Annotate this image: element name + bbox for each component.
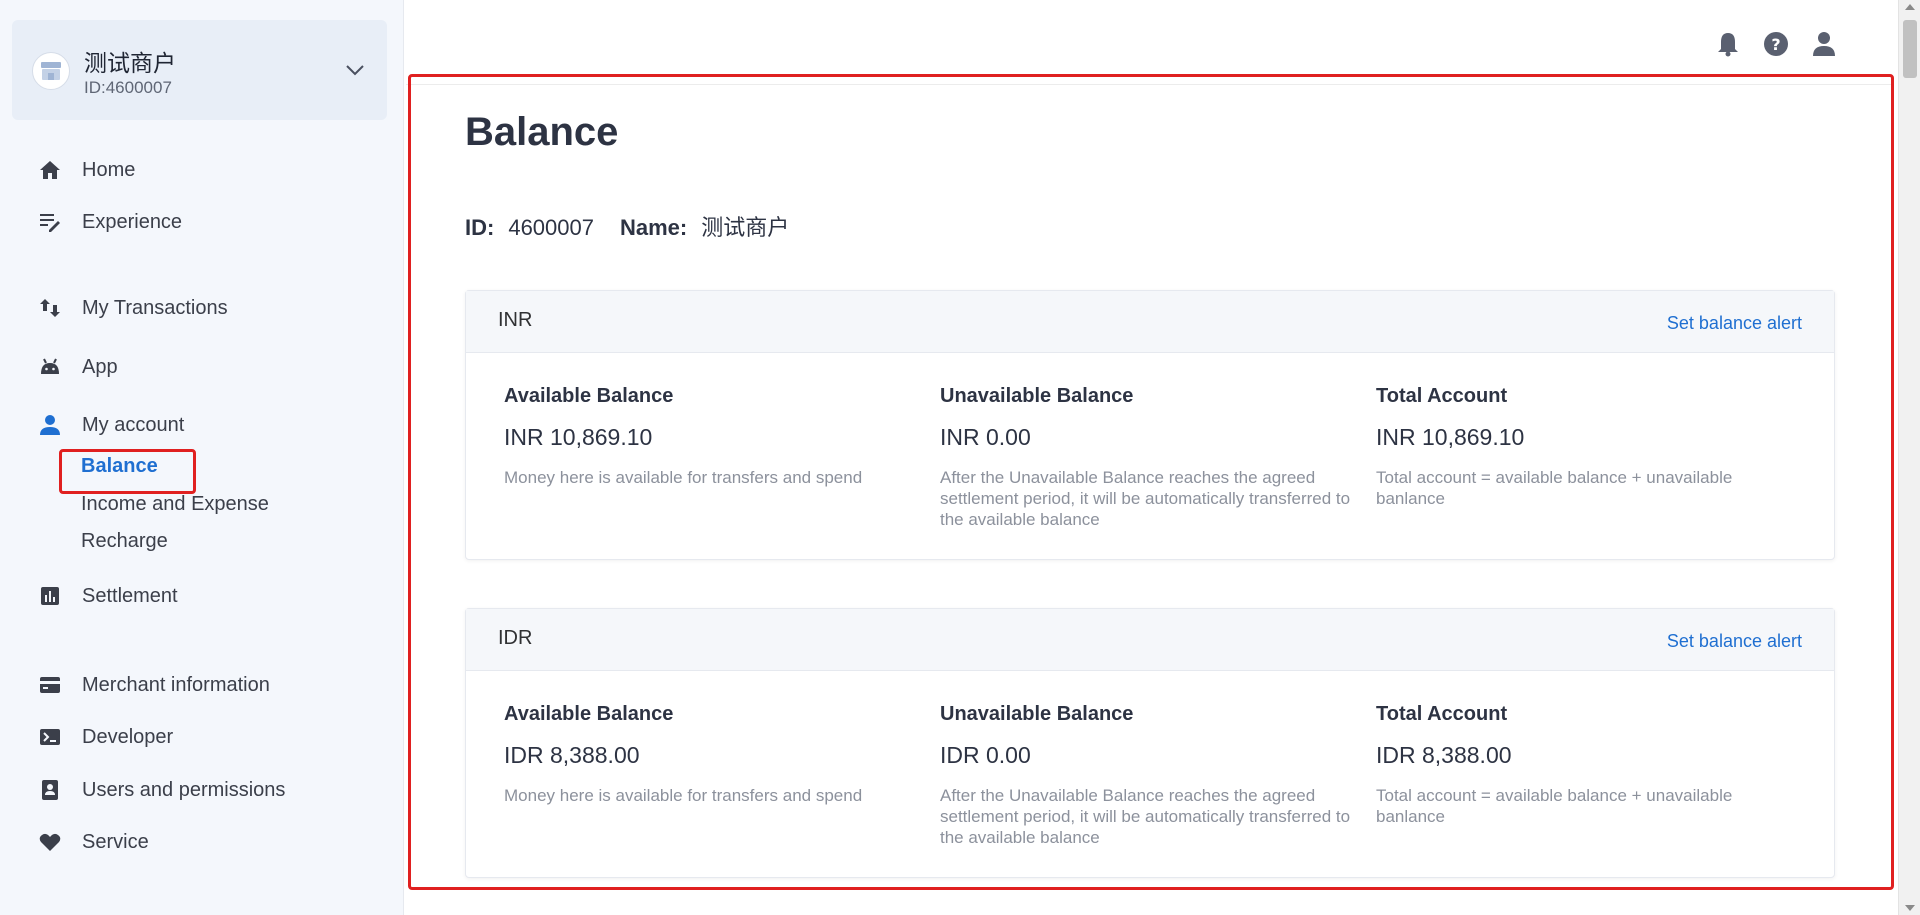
scroll-up-icon[interactable] — [1905, 4, 1915, 10]
nav-users-permissions[interactable]: Users and permissions — [38, 775, 285, 805]
content-highlight-frame — [408, 74, 1894, 890]
transfer-icon — [38, 296, 62, 320]
bell-icon[interactable] — [1714, 30, 1742, 58]
balance-highlight — [59, 449, 196, 494]
merchant-id: ID:4600007 — [84, 78, 172, 97]
card-icon — [38, 673, 62, 697]
nav-settlement[interactable]: Settlement — [38, 581, 178, 611]
profile-icon[interactable] — [1810, 30, 1838, 58]
heart-icon — [38, 830, 62, 854]
sidebar-item-income-expense[interactable]: Income and Expense — [81, 493, 269, 516]
nav-merchant-information[interactable]: Merchant information — [38, 670, 270, 700]
nav-transactions[interactable]: My Transactions — [38, 293, 228, 323]
nav-home[interactable]: Home — [38, 155, 135, 185]
nav-my-account[interactable]: My account — [38, 410, 184, 440]
chart-icon — [38, 584, 62, 608]
scrollbar[interactable] — [1898, 0, 1920, 915]
sidebar-item-recharge[interactable]: Recharge — [81, 530, 168, 553]
nav-service[interactable]: Service — [38, 827, 149, 857]
sidebar: 测试商户 ID:4600007 Home Experience My Trans… — [0, 0, 404, 915]
scroll-thumb[interactable] — [1903, 20, 1917, 78]
help-icon[interactable]: ? — [1762, 30, 1790, 58]
edit-icon — [38, 210, 62, 234]
terminal-icon — [38, 725, 62, 749]
contact-icon — [38, 778, 62, 802]
chevron-down-icon[interactable] — [343, 60, 367, 80]
nav-experience[interactable]: Experience — [38, 207, 182, 237]
nav-developer[interactable]: Developer — [38, 722, 173, 752]
store-icon — [32, 52, 70, 90]
svg-text:?: ? — [1771, 35, 1780, 54]
android-icon — [38, 355, 62, 379]
user-icon — [38, 413, 62, 437]
scroll-down-icon[interactable] — [1905, 905, 1915, 911]
merchant-name: 测试商户 — [84, 50, 176, 76]
merchant-switcher[interactable]: 测试商户 ID:4600007 — [12, 20, 387, 120]
nav-app[interactable]: App — [38, 352, 118, 382]
home-icon — [38, 158, 62, 182]
